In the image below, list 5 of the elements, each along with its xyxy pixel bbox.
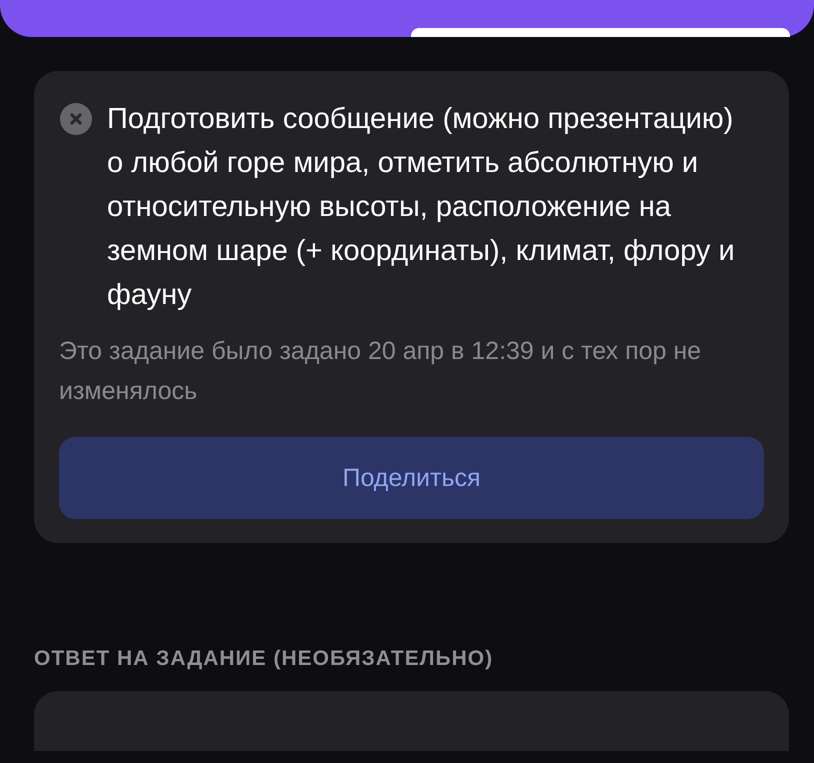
section-title: ОТВЕТ НА ЗАДАНИЕ (НЕОБЯЗАТЕЛЬНО) [34, 647, 494, 671]
close-icon[interactable] [59, 102, 93, 136]
task-text: Подготовить сообщение (можно презентацию) о любой горе мира, отметить абсолютную и относительную высоты, расположение на земном шаре (+ координаты), климат, флору и фауну [107, 102, 736, 313]
task-meta: Это задание было задано 20 апр в 12:39 и с тех пор не изменялось [59, 336, 702, 407]
share-button[interactable]: Поделиться [59, 437, 764, 519]
